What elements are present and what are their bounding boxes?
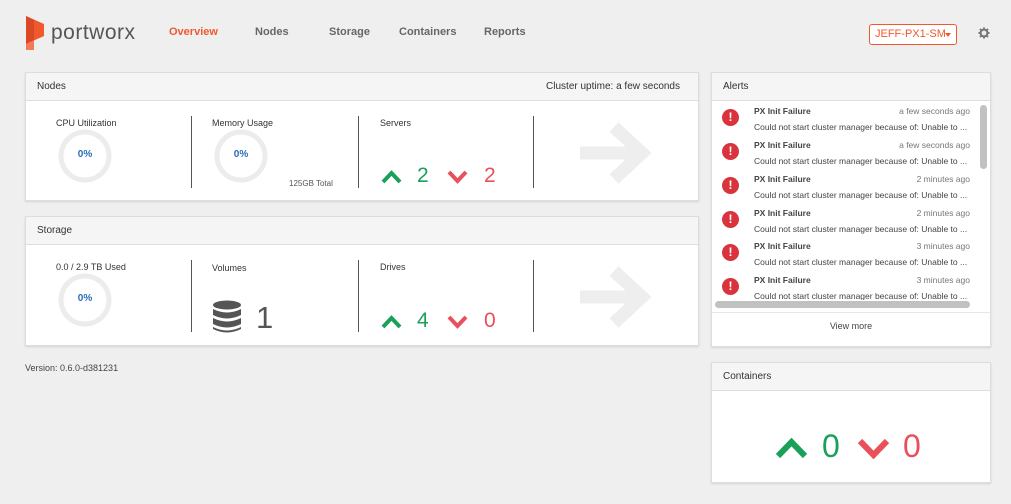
servers-up-count: 2 [417, 164, 429, 187]
alert-time: a few seconds ago [899, 140, 970, 150]
memory-usage-label: Memory Usage [212, 118, 274, 128]
nav-containers[interactable]: Containers [399, 26, 456, 38]
alert-item[interactable]: ! PX Init Failure a few seconds ago Coul… [712, 101, 980, 135]
nodes-panel-header: Nodes Cluster uptime: a few seconds [26, 73, 698, 101]
alert-icon: ! [722, 244, 739, 261]
nav-reports[interactable]: Reports [484, 26, 526, 38]
cpu-utilization-value: 0% [77, 149, 93, 160]
divider [533, 260, 534, 332]
cluster-selector-value: JEFF-PX1-SM [875, 28, 946, 40]
alert-item[interactable]: ! PX Init Failure 3 minutes ago Could no… [712, 270, 980, 300]
alerts-panel: Alerts ! PX Init Failure a few seconds a… [711, 72, 991, 347]
chevron-down-icon [857, 438, 890, 459]
drives-up-count: 4 [417, 309, 429, 332]
nav-overview[interactable]: Overview [169, 26, 218, 38]
top-bar: portworx Overview Nodes Storage Containe… [0, 0, 1011, 64]
drives-down-count: 0 [484, 309, 496, 332]
memory-usage-gauge: 0% [214, 129, 268, 183]
nodes-panel: Nodes Cluster uptime: a few seconds CPU … [25, 72, 699, 201]
vertical-scrollbar[interactable] [980, 105, 987, 169]
divider [191, 260, 192, 332]
storage-used-gauge: 0% [58, 273, 112, 327]
volumes-count: 1 [256, 300, 274, 335]
divider [712, 312, 990, 313]
alert-time: a few seconds ago [899, 106, 970, 116]
alert-item[interactable]: ! PX Init Failure 3 minutes ago Could no… [712, 236, 980, 270]
memory-usage-value: 0% [233, 149, 249, 160]
alert-message: Could not start cluster manager because … [754, 257, 968, 267]
alert-time: 3 minutes ago [916, 241, 970, 251]
alert-icon: ! [722, 278, 739, 295]
alert-title: PX Init Failure [754, 208, 811, 218]
cluster-selector[interactable]: JEFF-PX1-SM [869, 24, 957, 45]
servers-label: Servers [380, 118, 412, 128]
alert-icon: ! [722, 211, 739, 228]
alert-message: Could not start cluster manager because … [754, 156, 968, 166]
storage-used-label: 0.0 / 2.9 TB Used [56, 262, 126, 272]
gear-icon[interactable] [978, 27, 990, 39]
volumes-label: Volumes [212, 263, 247, 273]
alert-message: Could not start cluster manager because … [754, 224, 968, 234]
storage-panel-header: Storage [26, 217, 698, 245]
alert-message: Could not start cluster manager because … [754, 291, 968, 300]
alert-icon: ! [722, 143, 739, 160]
alert-time: 3 minutes ago [916, 275, 970, 285]
view-more-link[interactable]: View more [712, 321, 990, 331]
alerts-panel-title: Alerts [723, 81, 749, 92]
nodes-panel-title: Nodes [37, 81, 66, 92]
portworx-logo-icon [26, 16, 44, 50]
nav-nodes[interactable]: Nodes [255, 26, 289, 38]
containers-down-count: 0 [903, 428, 921, 464]
alert-message: Could not start cluster manager because … [754, 190, 968, 200]
portworx-logo[interactable]: portworx [22, 16, 136, 50]
alert-title: PX Init Failure [754, 106, 811, 116]
drives-label: Drives [380, 262, 406, 272]
alert-title: PX Init Failure [754, 275, 811, 285]
arrow-right-icon[interactable] [576, 121, 654, 185]
cluster-uptime: Cluster uptime: a few seconds [546, 81, 680, 92]
nav-storage[interactable]: Storage [329, 26, 370, 38]
horizontal-scrollbar[interactable] [715, 301, 970, 308]
cpu-utilization-label: CPU Utilization [56, 118, 117, 128]
database-icon [213, 300, 241, 333]
containers-panel-title: Containers [723, 371, 772, 382]
alert-title: PX Init Failure [754, 174, 811, 184]
divider [191, 116, 192, 188]
servers-down-count: 2 [484, 164, 496, 187]
alert-icon: ! [722, 177, 739, 194]
chevron-down-icon [447, 170, 468, 184]
alert-title: PX Init Failure [754, 241, 811, 251]
alert-icon: ! [722, 109, 739, 126]
cpu-utilization-gauge: 0% [58, 129, 112, 183]
chevron-up-icon [381, 315, 402, 329]
alerts-list[interactable]: ! PX Init Failure a few seconds ago Coul… [712, 101, 990, 311]
divider [533, 116, 534, 188]
chevron-up-icon [775, 438, 808, 459]
alert-time: 2 minutes ago [916, 174, 970, 184]
chevron-down-icon [945, 33, 951, 37]
chevron-down-icon [447, 315, 468, 329]
alert-item[interactable]: ! PX Init Failure 2 minutes ago Could no… [712, 169, 980, 203]
storage-panel-title: Storage [37, 225, 73, 236]
version-label: Version: 0.6.0-d381231 [25, 363, 119, 373]
divider [358, 260, 359, 332]
chevron-up-icon [381, 170, 402, 184]
containers-up-count: 0 [822, 428, 840, 464]
containers-panel: Containers 0 0 [711, 362, 991, 483]
storage-panel: Storage 0.0 / 2.9 TB Used 0% Volumes 1 D… [25, 216, 699, 346]
brand-name: portworx [51, 21, 136, 44]
alert-title: PX Init Failure [754, 140, 811, 150]
alerts-panel-header: Alerts [712, 73, 990, 101]
alert-time: 2 minutes ago [916, 208, 970, 218]
memory-total: 125GB Total [289, 179, 333, 188]
divider [358, 116, 359, 188]
alert-item[interactable]: ! PX Init Failure a few seconds ago Coul… [712, 135, 980, 169]
arrow-right-icon[interactable] [576, 265, 654, 329]
alert-message: Could not start cluster manager because … [754, 122, 968, 132]
storage-used-value: 0% [77, 293, 93, 304]
containers-panel-header: Containers [712, 363, 990, 391]
alert-item[interactable]: ! PX Init Failure 2 minutes ago Could no… [712, 203, 980, 237]
